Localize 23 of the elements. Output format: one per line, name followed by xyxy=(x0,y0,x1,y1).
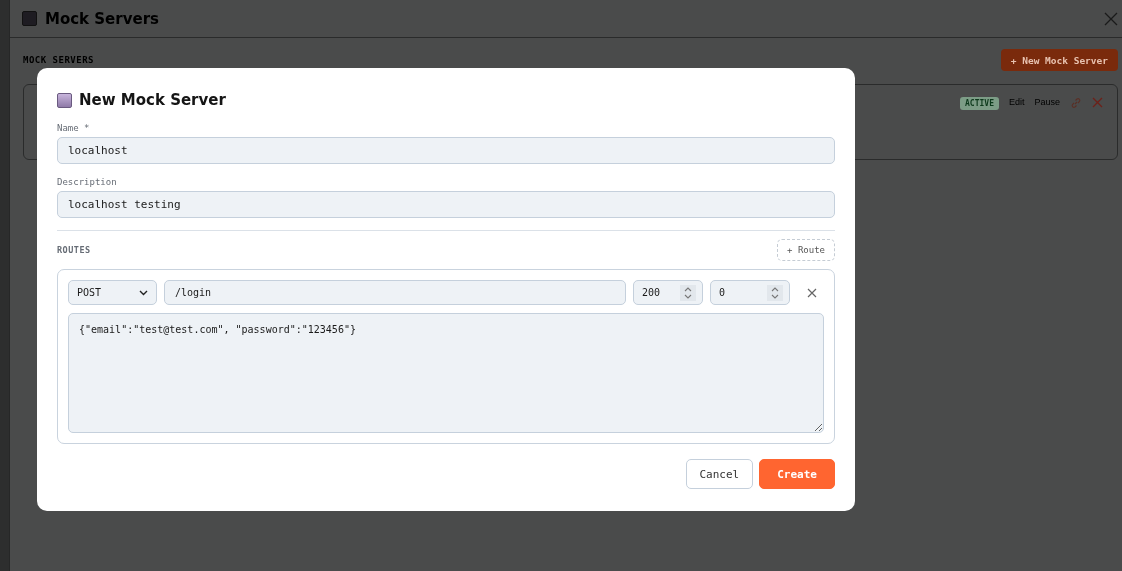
square-icon xyxy=(22,11,37,26)
square-icon xyxy=(57,92,72,108)
status-code-field[interactable]: 200 xyxy=(633,280,703,305)
close-icon[interactable] xyxy=(1104,11,1118,26)
response-body-field[interactable]: {"email":"test@test.com", "password":"123456"} xyxy=(68,313,824,433)
status-badge: ACTIVE xyxy=(960,97,999,110)
text-field[interactable]: localhost testing xyxy=(57,191,835,218)
chevron-down-icon xyxy=(139,289,148,296)
section-label: MOCK SERVERS xyxy=(23,55,95,65)
path-field[interactable]: /login xyxy=(164,280,626,305)
field-label: Name * xyxy=(57,123,91,133)
field-label: Description xyxy=(57,177,118,187)
spinner-icon[interactable] xyxy=(680,284,696,301)
dialog-title: New Mock Server xyxy=(79,91,226,109)
add-route-button[interactable]: + Route xyxy=(777,239,835,261)
section-label: ROUTES xyxy=(57,245,91,255)
window-title: Mock Servers xyxy=(45,9,159,28)
method-dropdown[interactable]: POST xyxy=(68,280,157,305)
cancel-button[interactable]: Cancel xyxy=(685,459,754,489)
text-field[interactable]: localhost xyxy=(57,137,835,164)
delay-field[interactable]: 0 xyxy=(710,280,790,305)
spinner-icon[interactable] xyxy=(767,284,783,301)
new-server-button[interactable]: + New Mock Server xyxy=(1000,49,1118,71)
